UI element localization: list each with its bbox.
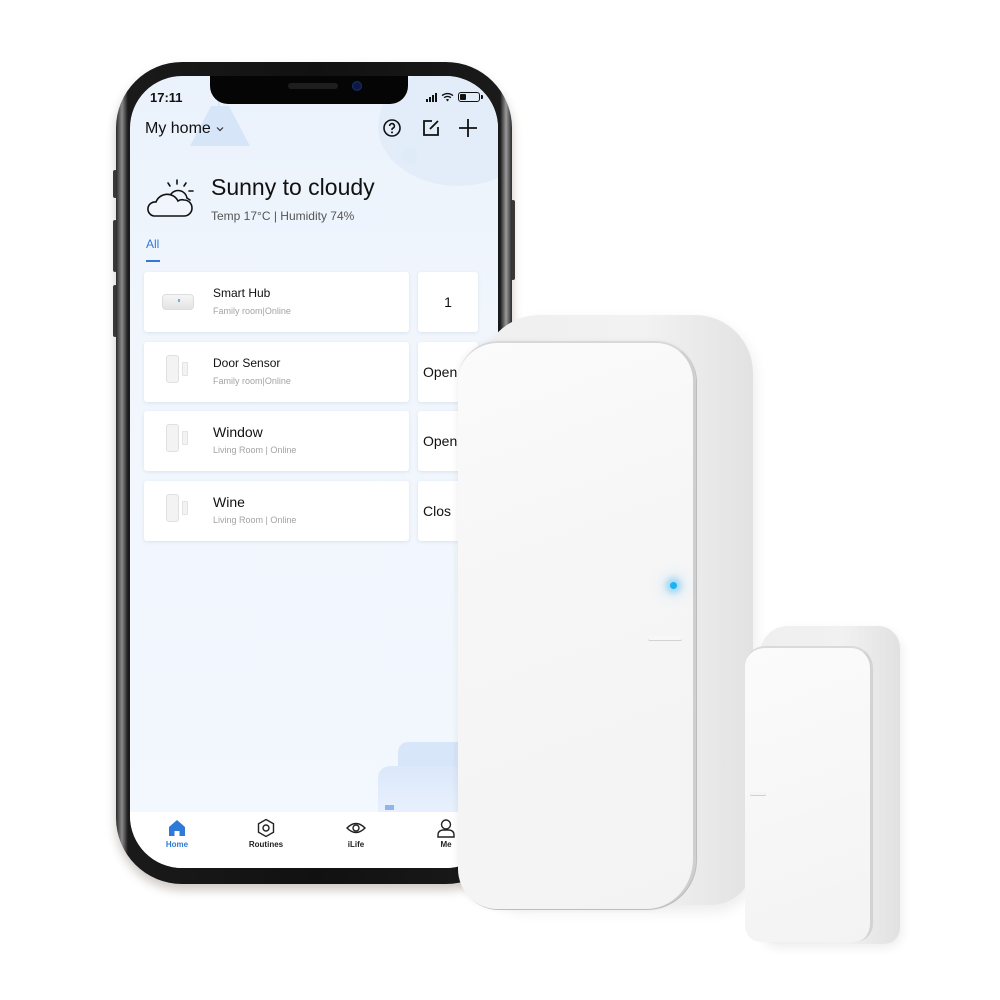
wine-sensor-thumbnail: [166, 494, 179, 522]
status-icons: [426, 92, 483, 102]
device-name: Smart Hub: [213, 286, 271, 300]
device-card-wine[interactable]: Wine Living Room | Online: [144, 481, 409, 541]
edit-icon[interactable]: [421, 118, 441, 138]
device-location: Family room|Online: [213, 306, 291, 316]
background-dot: [402, 148, 418, 164]
phone-screen: 17:11 My home Sunny to cloudy Temp 17°C …: [130, 76, 498, 868]
device-card-window[interactable]: Window Living Room | Online: [144, 411, 409, 471]
tab-active-indicator: [146, 260, 160, 262]
wifi-icon: [441, 92, 454, 102]
weather-details: Temp 17°C | Humidity 74%: [211, 209, 355, 223]
device-card-smart-hub[interactable]: Smart Hub Family room|Online: [144, 272, 409, 332]
eye-icon: [346, 822, 366, 834]
person-icon: [437, 819, 455, 838]
tabbar-item-ilife[interactable]: iLife: [326, 818, 386, 849]
front-camera: [352, 81, 362, 91]
device-location: Living Room | Online: [213, 445, 297, 455]
door-sensor-thumbnail: [166, 355, 179, 383]
chevron-down-icon: [216, 127, 224, 132]
smart-hub-thumbnail: [162, 294, 194, 310]
weather-title: Sunny to cloudy: [211, 174, 375, 200]
phone-notch: [210, 76, 408, 104]
signal-icon: [426, 92, 437, 102]
hub-led: [178, 299, 180, 302]
home-icon: [169, 820, 185, 836]
tabbar-item-home[interactable]: Home: [147, 818, 207, 849]
device-name: Window: [213, 424, 263, 440]
status-time: 17:11: [150, 90, 183, 105]
door-sensor-face: [458, 341, 696, 909]
add-icon[interactable]: [458, 118, 478, 138]
device-location: Living Room | Online: [213, 515, 297, 525]
home-selector-label: My home: [145, 120, 211, 137]
magnet-alignment-mark: [750, 792, 766, 795]
device-name: Door Sensor: [213, 356, 281, 370]
device-location: Family room|Online: [213, 376, 291, 386]
tab-all[interactable]: All: [146, 237, 159, 251]
tabbar-label: Home: [165, 840, 189, 849]
hexagon-icon: [257, 818, 275, 838]
device-status-smart-hub[interactable]: 1: [418, 272, 478, 332]
window-sensor-thumbnail: [166, 424, 179, 452]
promo-banner-indicator: [385, 805, 394, 810]
partly-cloudy-icon: [147, 179, 194, 217]
battery-icon: [458, 92, 483, 102]
battery-level: [460, 94, 467, 100]
tabbar-label: Routines: [248, 840, 284, 849]
device-card-door-sensor[interactable]: Door Sensor Family room|Online: [144, 342, 409, 402]
tabbar-item-routines[interactable]: Routines: [236, 818, 296, 849]
tabbar-label: iLife: [347, 840, 365, 849]
magnet-thumbnail: [182, 501, 188, 515]
help-icon[interactable]: [382, 118, 402, 138]
earpiece-speaker: [288, 83, 338, 89]
alignment-mark: [648, 636, 682, 640]
magnet-thumbnail: [182, 362, 188, 376]
device-name: Wine: [213, 494, 245, 510]
bottom-tab-bar: Home Routines iLife Me: [130, 812, 498, 868]
home-selector[interactable]: My home: [145, 120, 225, 138]
status-led-icon: [670, 582, 677, 589]
tabbar-label: Me: [440, 840, 452, 849]
magnet-thumbnail: [182, 431, 188, 445]
